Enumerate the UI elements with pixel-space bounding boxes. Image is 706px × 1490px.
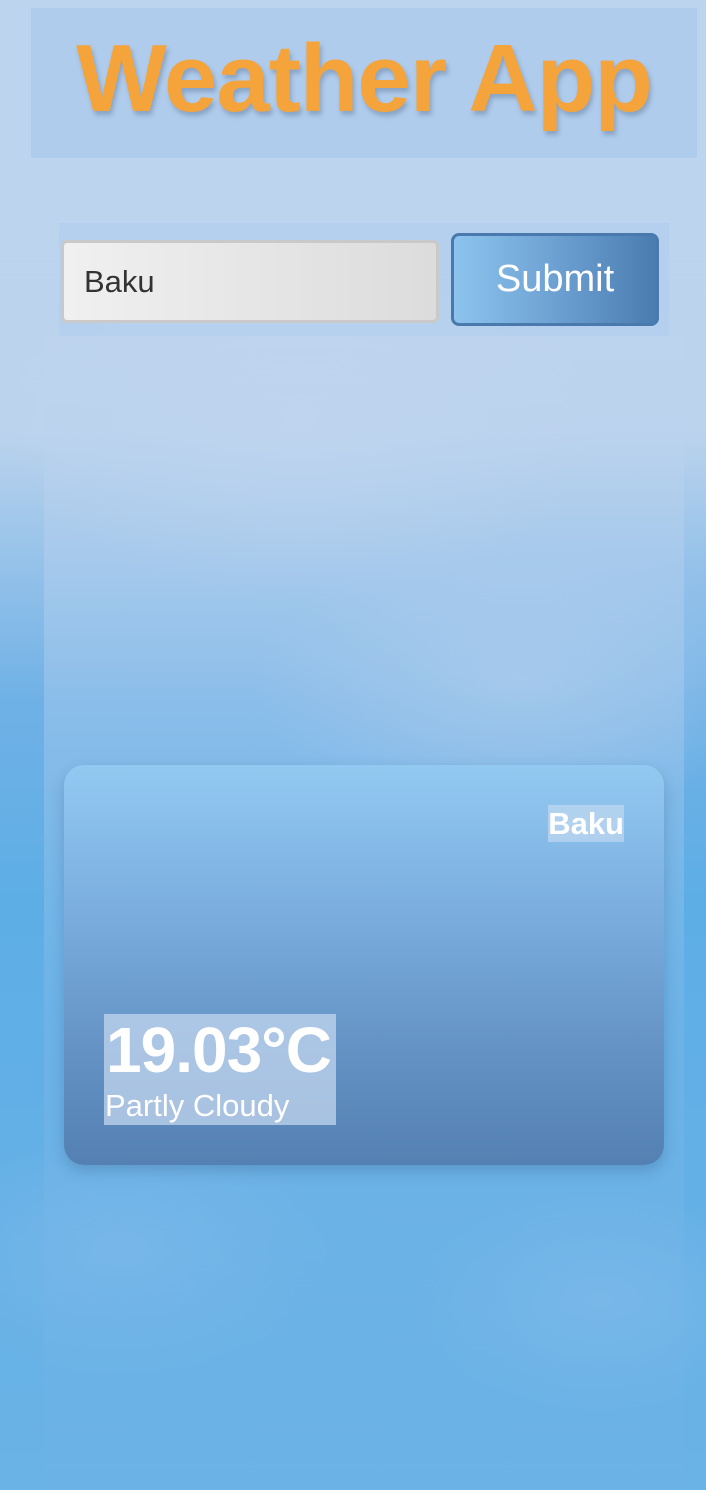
search-form: Submit bbox=[59, 223, 669, 336]
app-header: Weather App bbox=[31, 8, 697, 158]
temperature-block: 19.03°C Partly Cloudy bbox=[104, 1014, 336, 1125]
city-search-input[interactable] bbox=[61, 240, 439, 323]
app-title: Weather App bbox=[76, 25, 653, 132]
city-name: Baku bbox=[548, 805, 624, 842]
weather-card: Baku 19.03°C Partly Cloudy bbox=[64, 765, 664, 1165]
submit-button[interactable]: Submit bbox=[451, 233, 659, 326]
weather-condition: Partly Cloudy bbox=[105, 1088, 290, 1123]
temperature-value: 19.03°C bbox=[106, 1014, 332, 1086]
